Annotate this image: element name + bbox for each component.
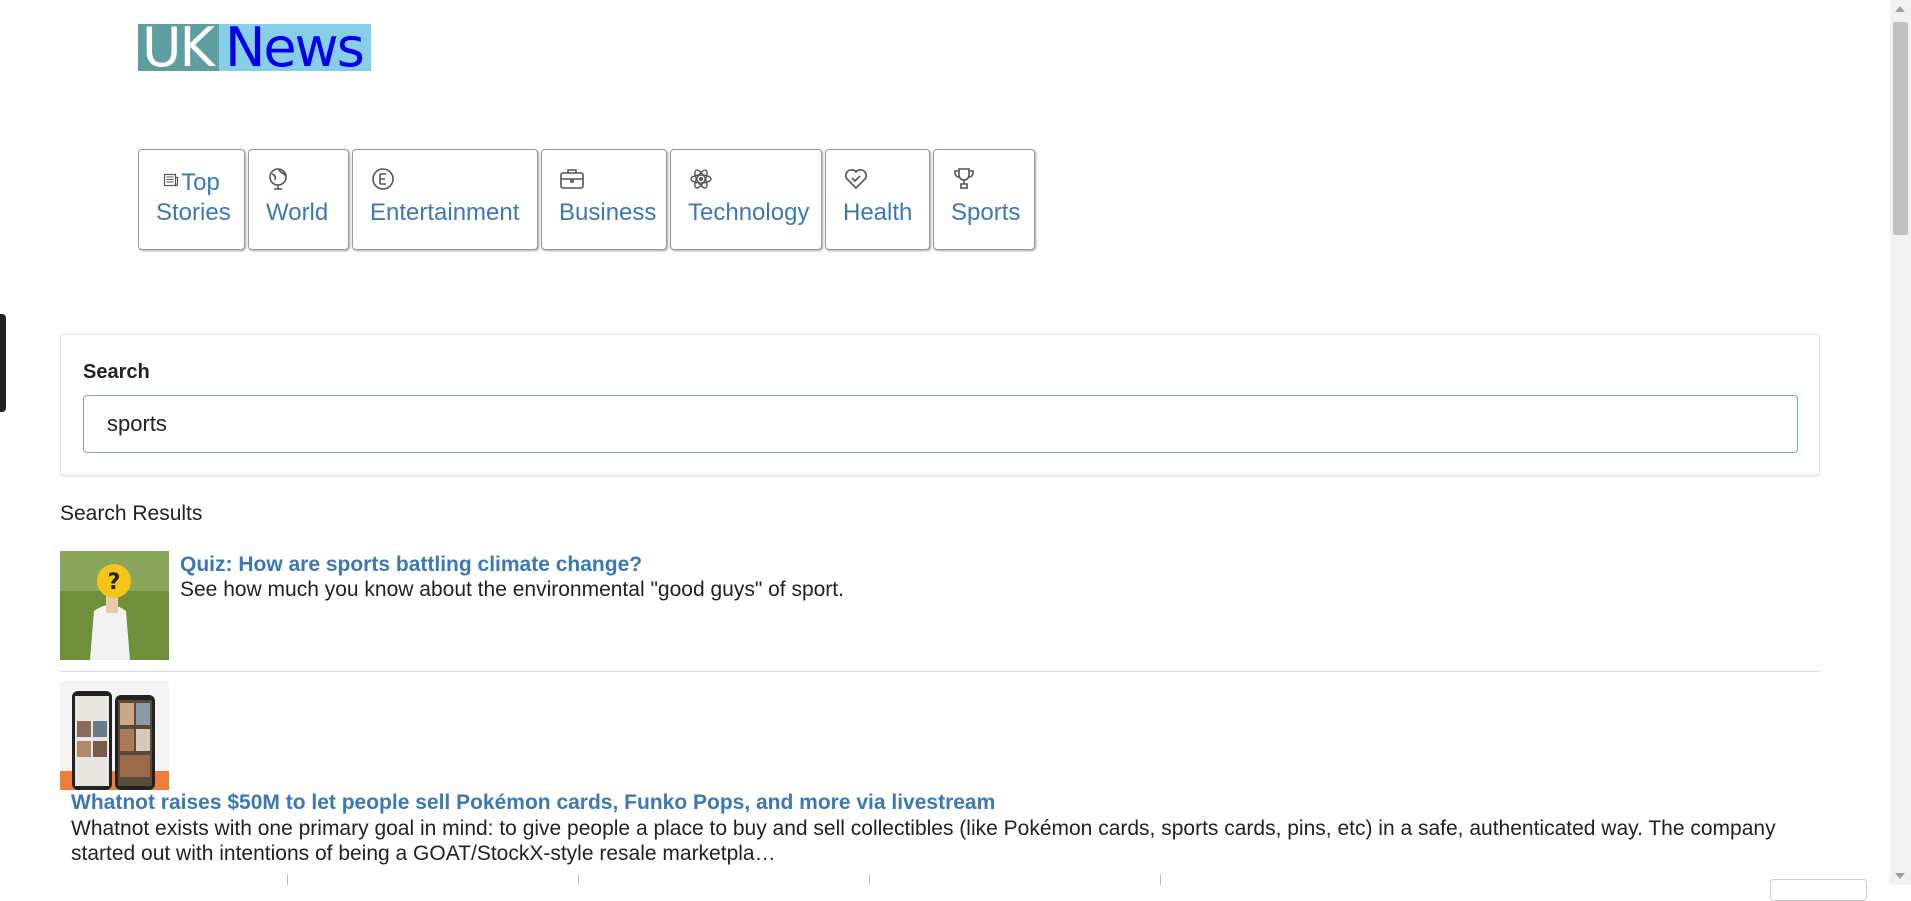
bottom-button[interactable] — [1770, 879, 1867, 901]
site-logo[interactable]: UK News — [138, 24, 371, 71]
scrollbar-thumb[interactable] — [1893, 22, 1908, 235]
entertainment-e-icon — [372, 168, 394, 190]
search-panel: Search — [60, 334, 1820, 476]
atom-icon — [690, 169, 712, 189]
nav-sports[interactable]: Sports — [933, 149, 1035, 250]
tab-divider — [1160, 874, 1161, 885]
search-input[interactable] — [83, 395, 1798, 453]
category-nav: Top Stories World Entertainment Business… — [138, 149, 1035, 250]
scroll-up-arrow-icon[interactable] — [1895, 6, 1905, 12]
result-thumbnail-2[interactable] — [60, 681, 169, 790]
result-item: ? Quiz: How are sports battling climate … — [60, 551, 1820, 672]
nav-business[interactable]: Business — [541, 149, 667, 250]
tab-divider — [287, 874, 288, 885]
nav-label-sports: Sports — [951, 199, 1021, 226]
result-description: See how much you know about the environm… — [180, 578, 844, 601]
result-thumbnail[interactable]: ? — [60, 551, 169, 660]
nav-top-stories[interactable]: Top Stories — [138, 149, 245, 250]
tab-divider — [869, 874, 870, 885]
briefcase-icon — [560, 169, 584, 189]
nav-health[interactable]: Health — [825, 149, 930, 250]
trophy-icon — [954, 168, 974, 189]
nav-label-business: Business — [559, 199, 657, 226]
logo-news: News — [218, 24, 371, 71]
search-label: Search — [83, 361, 150, 383]
tab-divider — [578, 874, 579, 885]
scroll-down-arrow-icon[interactable] — [1895, 873, 1905, 879]
nav-entertainment[interactable]: Entertainment — [352, 149, 538, 250]
side-feedback-tab[interactable] — [0, 314, 6, 412]
nav-label-entertainment: Entertainment — [370, 199, 520, 226]
result-title-link-2[interactable]: Whatnot raises $50M to let people sell P… — [71, 791, 995, 815]
nav-world[interactable]: World — [248, 149, 349, 250]
nav-technology[interactable]: Technology — [670, 149, 822, 250]
heart-check-icon — [845, 169, 867, 190]
nav-label-health: Health — [843, 199, 913, 226]
result-title-link[interactable]: Quiz: How are sports battling climate ch… — [180, 553, 642, 577]
logo-uk: UK — [138, 24, 219, 71]
vertical-scrollbar[interactable] — [1890, 0, 1911, 885]
svg-text:?: ? — [108, 570, 121, 595]
nav-label-technology: Technology — [688, 199, 810, 226]
newspaper-icon — [164, 173, 179, 187]
nav-label-world: World — [266, 199, 329, 226]
result-description-2: Whatnot exists with one primary goal in … — [71, 817, 1776, 865]
bottom-tab-strip — [60, 874, 1820, 885]
globe-icon — [269, 168, 287, 190]
search-results-heading: Search Results — [60, 502, 203, 525]
